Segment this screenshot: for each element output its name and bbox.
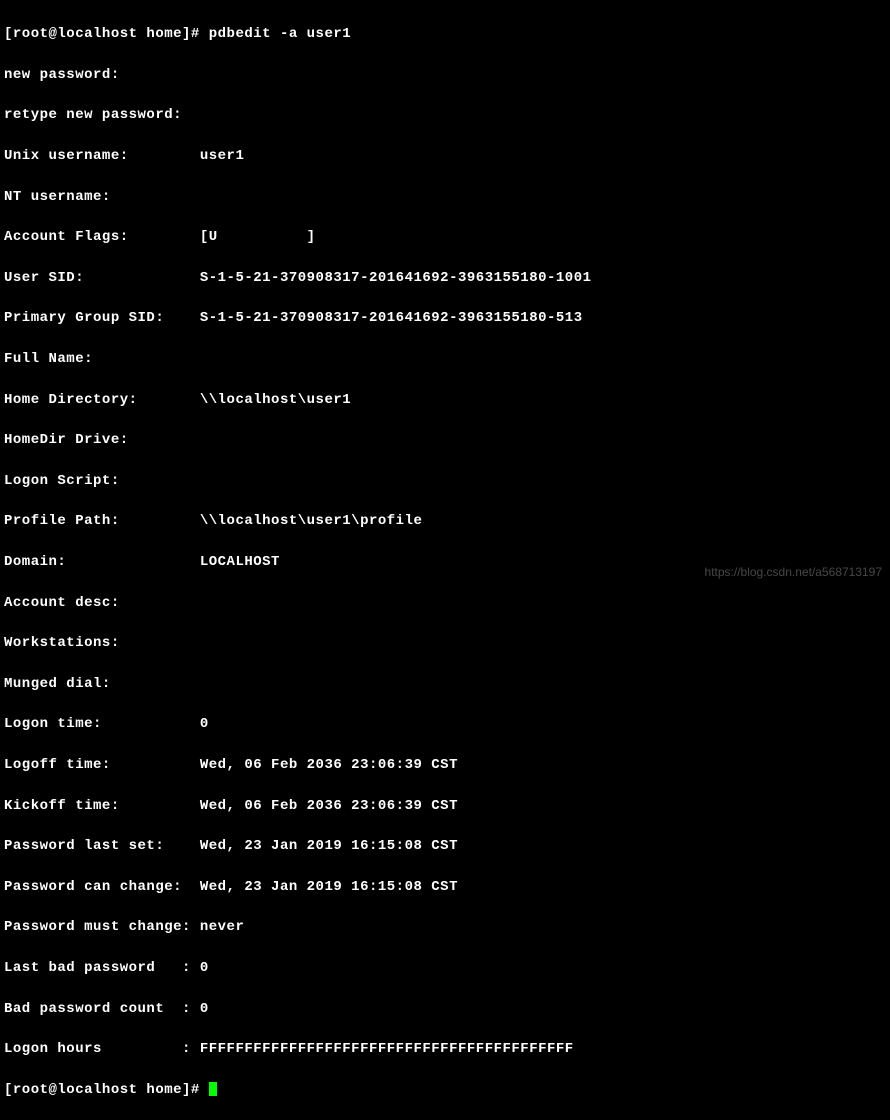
munged-dial: Munged dial:	[4, 674, 886, 694]
bad-password-count-value: 0	[200, 1001, 209, 1017]
account-flags-value: [U ]	[200, 229, 316, 245]
user-sid-value: S-1-5-21-370908317-201641692-3963155180-…	[200, 270, 592, 286]
home-directory-label: Home Directory:	[4, 392, 200, 408]
logon-time-label: Logon time:	[4, 716, 200, 732]
last-bad-password-value: 0	[200, 960, 209, 976]
password-can-change-label: Password can change:	[4, 879, 200, 895]
logoff-time-value: Wed, 06 Feb 2036 23:06:39 CST	[200, 757, 458, 773]
homedir-drive: HomeDir Drive:	[4, 430, 886, 450]
domain-label: Domain:	[4, 554, 200, 570]
logon-hours-label: Logon hours :	[4, 1041, 200, 1057]
password-last-set-label: Password last set:	[4, 838, 200, 854]
home-directory-value: \\localhost\user1	[200, 392, 351, 408]
terminal-output[interactable]: [root@localhost home]# pdbedit -a user1 …	[4, 4, 886, 1120]
workstations: Workstations:	[4, 633, 886, 653]
last-bad-password-label: Last bad password :	[4, 960, 200, 976]
full-name: Full Name:	[4, 349, 886, 369]
password-must-change-value: never	[200, 919, 245, 935]
domain-value: LOCALHOST	[200, 554, 280, 570]
kickoff-time-label: Kickoff time:	[4, 798, 200, 814]
password-must-change-label: Password must change:	[4, 919, 200, 935]
bad-password-count-label: Bad password count :	[4, 1001, 200, 1017]
output-retype-password: retype new password:	[4, 105, 886, 125]
shell-prompt: [root@localhost home]#	[4, 26, 209, 42]
kickoff-time-value: Wed, 06 Feb 2036 23:06:39 CST	[200, 798, 458, 814]
user-sid-label: User SID:	[4, 270, 200, 286]
primary-group-sid-value: S-1-5-21-370908317-201641692-3963155180-…	[200, 310, 583, 326]
command-input: pdbedit -a user1	[209, 26, 351, 42]
primary-group-sid-label: Primary Group SID:	[4, 310, 200, 326]
logon-script: Logon Script:	[4, 471, 886, 491]
output-new-password: new password:	[4, 65, 886, 85]
profile-path-value: \\localhost\user1\profile	[200, 513, 423, 529]
unix-username-label: Unix username:	[4, 148, 200, 164]
password-can-change-value: Wed, 23 Jan 2019 16:15:08 CST	[200, 879, 458, 895]
account-flags-label: Account Flags:	[4, 229, 200, 245]
cursor-icon[interactable]	[209, 1082, 217, 1096]
password-last-set-value: Wed, 23 Jan 2019 16:15:08 CST	[200, 838, 458, 854]
logoff-time-label: Logoff time:	[4, 757, 200, 773]
logon-time-value: 0	[200, 716, 209, 732]
nt-username: NT username:	[4, 187, 886, 207]
logon-hours-value: FFFFFFFFFFFFFFFFFFFFFFFFFFFFFFFFFFFFFFFF…	[200, 1041, 574, 1057]
unix-username-value: user1	[200, 148, 245, 164]
shell-prompt-2: [root@localhost home]#	[4, 1082, 209, 1098]
account-desc: Account desc:	[4, 593, 886, 613]
watermark-text: https://blog.csdn.net/a568713197	[705, 564, 882, 581]
profile-path-label: Profile Path:	[4, 513, 200, 529]
